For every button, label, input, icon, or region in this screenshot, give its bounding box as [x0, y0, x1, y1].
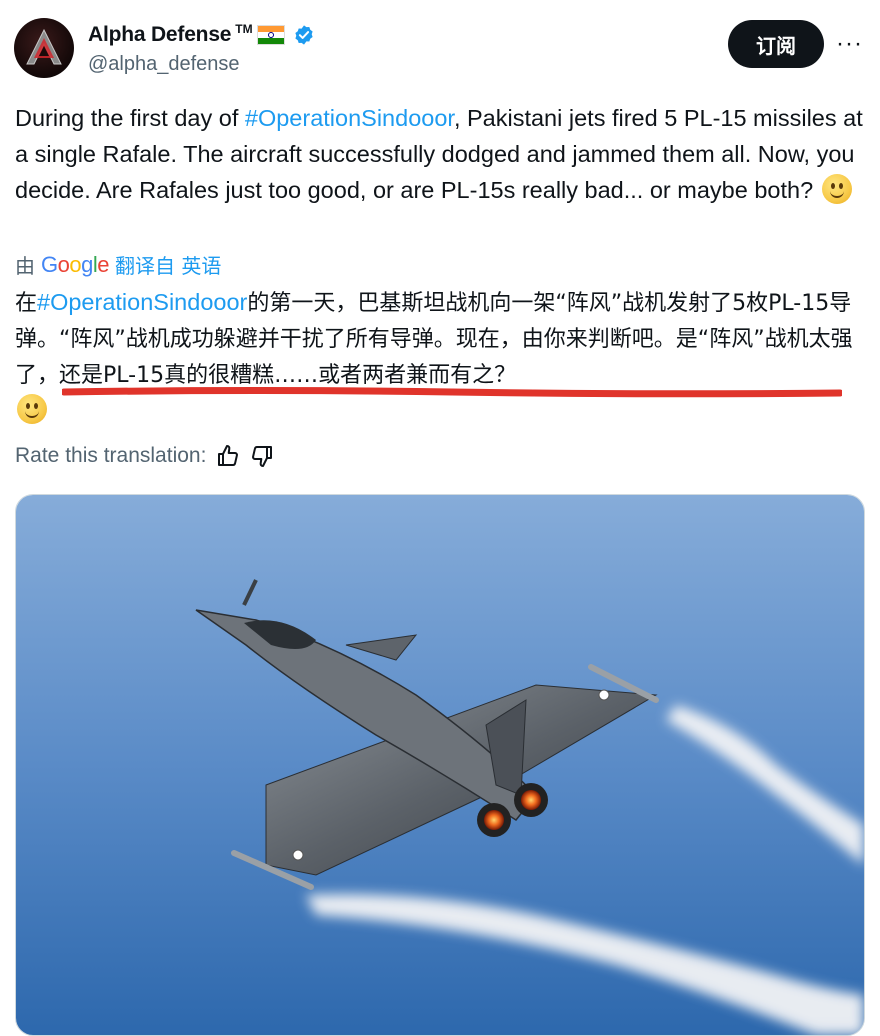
translated-smiley-emoji-icon [17, 394, 47, 424]
rafale-jet-photo [16, 495, 864, 1035]
post-text-lead: During the first day of [15, 105, 245, 131]
account-handle[interactable]: @alpha_defense [88, 53, 240, 76]
translation-attribution: 由 Google 翻译自 英语 [15, 250, 221, 279]
subscribe-button[interactable]: 订阅 [728, 20, 824, 68]
post-text: During the first day of #OperationSindoo… [15, 100, 865, 208]
alpha-logo-icon [26, 28, 62, 65]
hashtag-link[interactable]: #OperationSindooor [245, 105, 454, 131]
post-media-image[interactable] [15, 494, 865, 1036]
translated-text: 在#OperationSindooor的第一天，巴基斯坦战机向一架“阵风”战机发… [15, 284, 865, 430]
thumbs-up-icon[interactable] [216, 444, 240, 468]
red-underline-annotation [62, 387, 842, 398]
translated-from-link[interactable]: 翻译自 英语 [115, 250, 221, 279]
translated-hashtag-link[interactable]: #OperationSindooor [37, 289, 247, 315]
rate-translation-label: Rate this translation: [15, 444, 207, 467]
india-flag-icon [256, 25, 285, 45]
rate-translation-row: Rate this translation: [15, 444, 274, 468]
smiley-emoji-icon [821, 174, 852, 204]
avatar[interactable] [14, 18, 74, 78]
thumbs-down-icon[interactable] [250, 444, 274, 468]
google-logo: Google [41, 251, 110, 277]
account-name-row: Alpha Defense TM [88, 20, 315, 50]
trademark-mark: TM [235, 22, 253, 36]
translated-by-prefix: 由 [15, 254, 35, 278]
more-options-icon[interactable]: ··· [836, 30, 863, 58]
display-name[interactable]: Alpha Defense [88, 23, 231, 47]
translated-text-lead: 在 [15, 291, 38, 316]
verified-badge-icon[interactable] [293, 24, 315, 46]
